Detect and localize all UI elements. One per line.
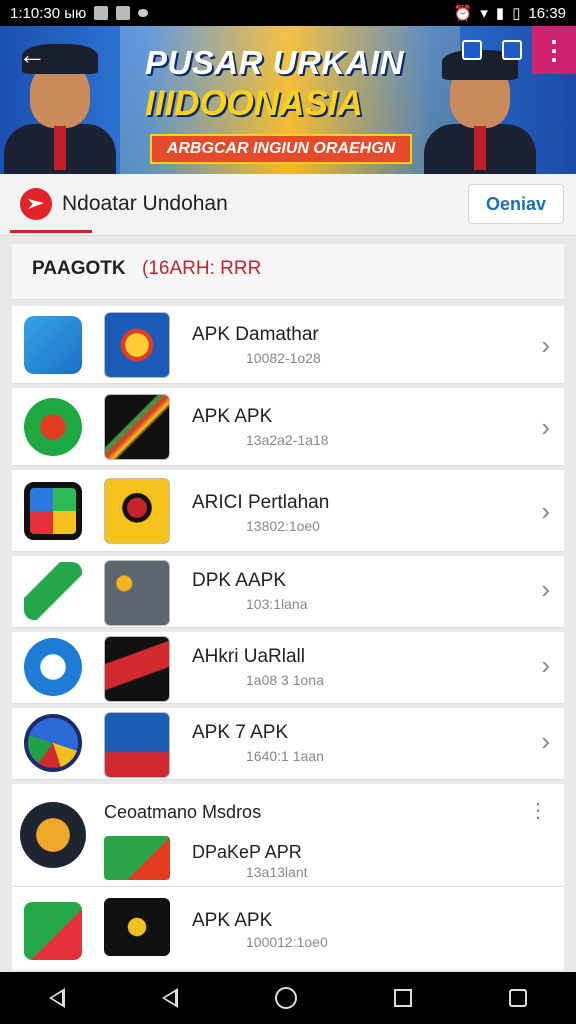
gallery-icon [116,6,131,20]
app-icon-primary [24,482,82,540]
app-icon-secondary [104,560,170,626]
app-icon-primary [24,902,82,960]
chevron-right-icon: › [541,330,550,360]
battery-icon: ▯ [512,5,521,22]
status-time-right: 16:39 [528,4,566,22]
app-logo-icon [20,188,52,220]
cloud-icon [138,9,149,17]
wifi-icon: ▾ [480,5,488,22]
overflow-menu-icon[interactable]: ⋮ [532,26,576,74]
shield-icon[interactable] [452,26,492,74]
home-icon[interactable] [274,987,297,1009]
app-icon-secondary [104,312,170,378]
list-item[interactable]: AHkri UaRlall 1a08 3 1ona › [12,632,564,704]
group-title: Ceoatmano Msdros [104,802,262,822]
active-tab-indicator [10,230,92,233]
app-title: APK APK [192,910,273,931]
app-title: AHkri UaRlall [192,646,305,667]
tab-bar: Ndoatar Undohan Oeniav [0,174,576,236]
list-item[interactable]: APK Damathar 10082-1o28 › [12,306,564,384]
list-item[interactable]: APK APK 13a2a2-1a18 › [12,388,564,466]
app-icon-secondary [104,712,170,778]
group-avatar [20,802,86,868]
app-title: ARICI Pertlahan [192,492,330,513]
app-date: 13a13lant [246,864,308,880]
chevron-right-icon: › [541,412,550,442]
notification-icon [94,6,109,20]
back-alt-icon[interactable] [161,988,178,1008]
app-icon-primary [24,714,82,772]
chevron-right-icon: › [541,726,550,756]
app-icon-primary [24,316,82,374]
list-item[interactable]: APK 7 APK 1640:1 1aan › [12,708,564,780]
app-icon-secondary [104,478,170,544]
app-icon-secondary [104,394,170,460]
split-screen-icon[interactable] [509,989,528,1007]
list-header: PAAGOTK (16ARH: RRR [12,244,564,300]
app-date: 13802:1oe0 [246,518,320,534]
app-date: 10082-1o28 [246,350,321,366]
app-date: 13a2a2-1a18 [246,432,329,448]
app-date: 1a08 3 1ona [246,672,324,688]
app-title: DPK AAPK [192,570,286,591]
app-title: APK 7 APK [192,722,289,743]
banner-title: PUSAR URKAIN [145,44,405,81]
group-section: Ceoatmano Msdros ⋮ DPaKeP APR 13a13lant … [12,784,564,970]
banner-subtitle: ARBGCAR INGIUN ORAEHGN [150,134,412,164]
app-title: APK Damathar [192,324,319,345]
list-header-code: (16ARH: RRR [142,258,262,279]
overflow-menu-icon[interactable]: ⋮ [528,798,548,823]
app-icon-primary [24,638,82,696]
app-date: 103:1lana [246,596,308,612]
signal-icon: ▮ [495,5,505,22]
app-icon-secondary [104,836,170,880]
chevron-right-icon: › [541,574,550,604]
list-item[interactable]: ARICI Pertlahan 13802:1oe0 › [12,470,564,552]
hero-banner: ← PUSAR URKAIN IIIDOONASIA ARBGCAR INGIU… [0,26,576,174]
app-icon-secondary [104,636,170,702]
divider [12,886,564,887]
action-button[interactable]: Oeniav [468,184,564,224]
chevron-right-icon: › [541,650,550,680]
app-icon-primary [24,398,82,456]
app-title: DPaKeP APR [192,842,302,862]
app-date: 100012:1oe0 [246,934,328,950]
list-item[interactable]: DPK AAPK 103:1lana › [12,556,564,628]
status-time-left: 1:10:30 ыю [10,4,87,22]
banner-title-secondary: IIIDOONASIA [145,84,363,123]
list-header-label: PAAGOTK [32,258,126,279]
tab-title[interactable]: Ndoatar Undohan [62,192,228,216]
app-icon-primary [24,562,82,620]
status-bar: 1:10:30 ыю ⏰ ▾ ▮ ▯ 16:39 [0,0,576,26]
app-title: APK APK [192,406,273,427]
arrow-left-icon[interactable]: ← [18,40,48,70]
app-icon-secondary [104,898,170,956]
alarm-icon: ⏰ [453,5,473,22]
banner-actions: ⋮ [452,26,576,74]
app-date: 1640:1 1aan [246,748,324,764]
recents-icon[interactable] [394,989,413,1007]
window-icon[interactable] [492,26,532,74]
chevron-right-icon: › [541,496,550,526]
back-icon[interactable] [48,988,65,1008]
system-nav-bar [0,972,576,1024]
